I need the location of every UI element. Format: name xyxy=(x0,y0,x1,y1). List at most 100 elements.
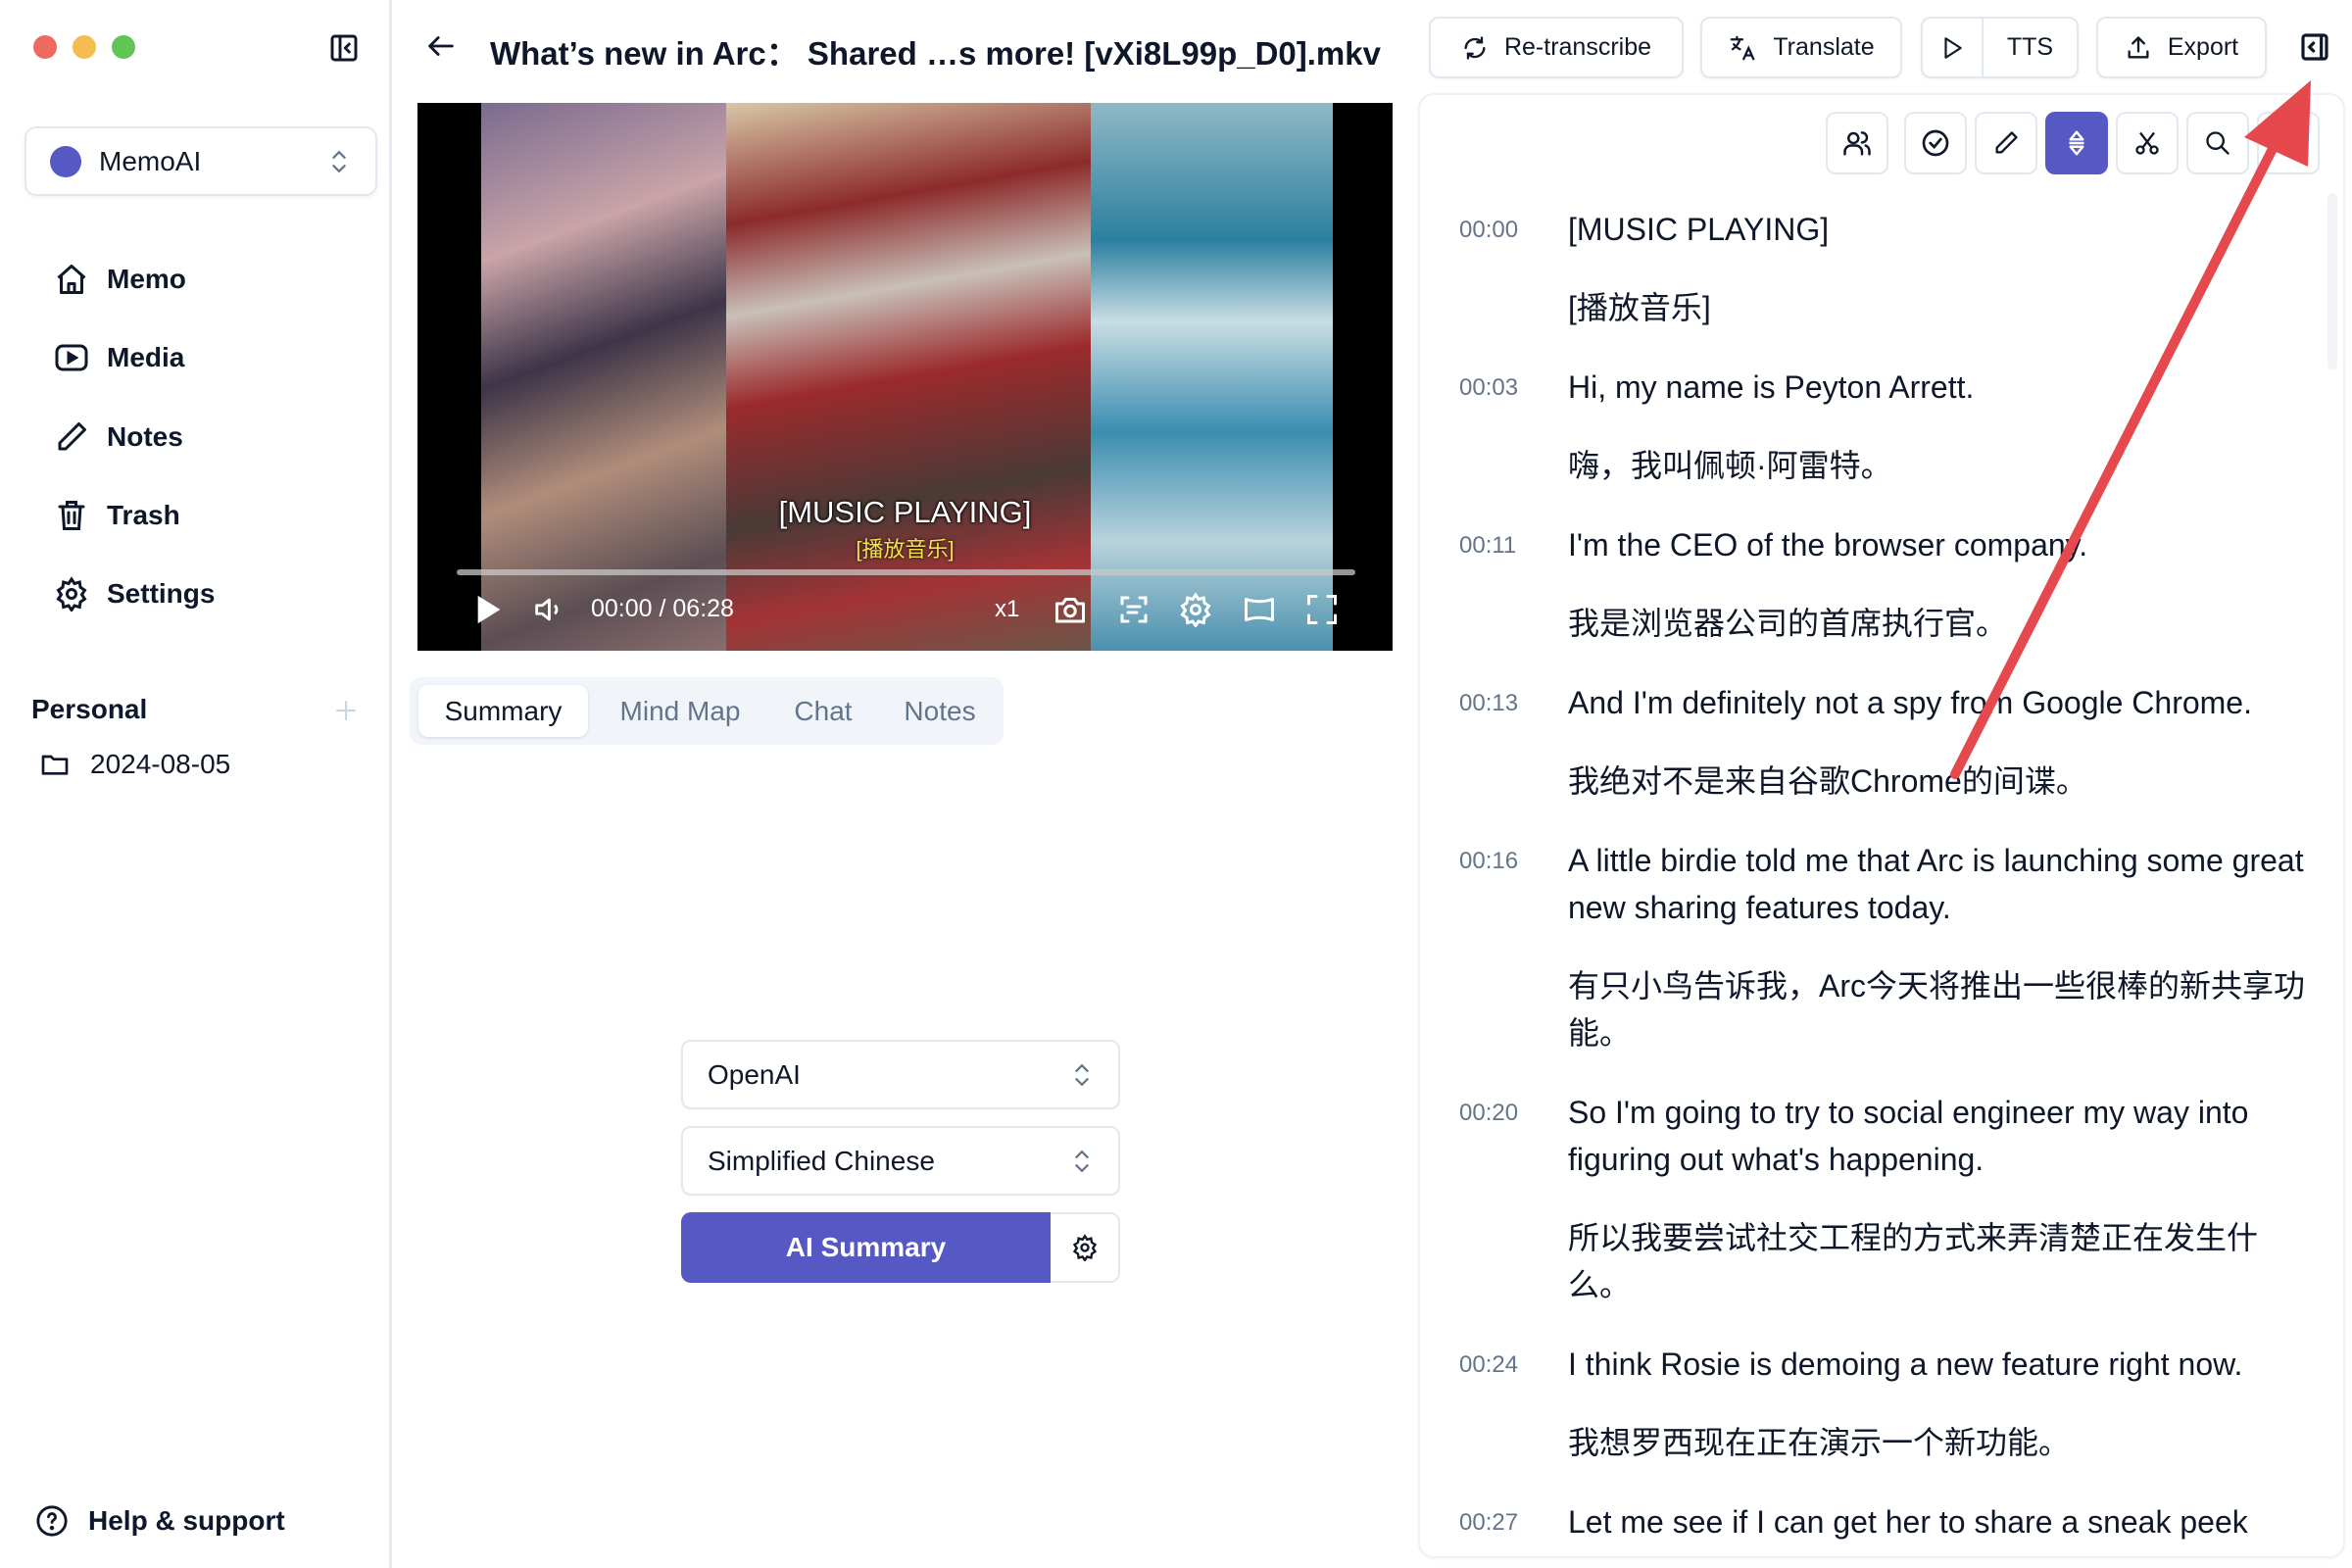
playback-speed[interactable]: x1 xyxy=(995,596,1019,623)
help-label: Help & support xyxy=(88,1505,285,1536)
subtitle-english: [MUSIC PLAYING] xyxy=(778,495,1032,529)
gear-icon xyxy=(1071,1234,1099,1261)
sidebar-item-notes[interactable]: Notes xyxy=(54,408,183,466)
segment-text-en[interactable]: And I'm definitely not a spy from Google… xyxy=(1568,679,2313,726)
pencil-icon xyxy=(1992,129,2020,157)
segment-timestamp[interactable]: 00:11 xyxy=(1459,532,1538,560)
transcript-scrollbar[interactable] xyxy=(2328,193,2337,369)
provider-value: OpenAI xyxy=(708,1058,801,1090)
sidebar-item-settings[interactable]: Settings xyxy=(54,564,215,623)
sidebar-item-memo[interactable]: Memo xyxy=(54,250,186,309)
segment-timestamp[interactable]: 00:13 xyxy=(1459,690,1538,717)
translate-icon xyxy=(1728,33,1773,63)
menu-lines-icon xyxy=(2276,130,2301,156)
segment-text-en[interactable]: I'm the CEO of the browser company. xyxy=(1568,521,2313,568)
video-time: 00:00 / 06:28 xyxy=(591,595,734,622)
folder-item[interactable]: 2024-08-05 xyxy=(39,749,230,780)
home-icon xyxy=(54,262,89,297)
tab-notes[interactable]: Notes xyxy=(886,685,994,737)
segment-text-zh[interactable]: 嗨，我叫佩顿·阿雷特。 xyxy=(1568,442,2313,489)
segment-timestamp[interactable]: 00:27 xyxy=(1459,1509,1538,1537)
screenshot-camera-icon[interactable] xyxy=(1053,592,1088,627)
volume-icon[interactable] xyxy=(531,593,564,626)
tab-summary[interactable]: Summary xyxy=(418,685,588,737)
folder-label: 2024-08-05 xyxy=(90,749,231,779)
subtitles-icon[interactable] xyxy=(1116,592,1152,627)
sort-toggle-button[interactable] xyxy=(2045,112,2108,174)
retranscribe-label: Re-transcribe xyxy=(1503,33,1652,61)
segment-text-zh[interactable]: 我想罗西现在正在演示一个新功能。 xyxy=(1568,1419,2313,1466)
search-button[interactable] xyxy=(2186,112,2249,174)
transcript-panel: 00:00 [MUSIC PLAYING] [播放音乐] 00:03 Hi, m… xyxy=(1418,93,2345,1558)
help-support-link[interactable]: Help & support xyxy=(35,1504,285,1538)
sidebar-item-trash[interactable]: Trash xyxy=(54,486,180,545)
retranscribe-button[interactable]: Re-transcribe xyxy=(1429,17,1684,78)
tab-mind-map[interactable]: Mind Map xyxy=(602,685,759,737)
window-minimize-button[interactable] xyxy=(73,35,96,59)
upload-icon xyxy=(2125,34,2168,62)
translate-label: Translate xyxy=(1773,33,1875,61)
window-maximize-button[interactable] xyxy=(112,35,135,59)
users-icon xyxy=(1842,128,1872,158)
panel-toggle-icon[interactable] xyxy=(2299,31,2330,63)
export-label: Export xyxy=(2167,33,2239,61)
plus-icon[interactable] xyxy=(333,698,359,723)
segment-timestamp[interactable]: 00:03 xyxy=(1459,374,1538,402)
sidebar-item-media[interactable]: Media xyxy=(54,328,184,387)
back-arrow-icon[interactable] xyxy=(424,29,458,63)
translate-button[interactable]: Translate xyxy=(1700,17,1902,78)
ai-summary-button[interactable]: AI Summary xyxy=(681,1212,1051,1283)
segment-text-zh[interactable]: [播放音乐] xyxy=(1568,284,2313,331)
workspace-select[interactable]: MemoAI xyxy=(24,126,377,196)
sidebar-item-label: Settings xyxy=(107,578,216,609)
edit-button[interactable] xyxy=(1975,112,2037,174)
tab-chat[interactable]: Chat xyxy=(772,685,874,737)
tts-button-group: TTS xyxy=(1921,17,2079,78)
segment-text-zh[interactable]: 我绝对不是来自谷歌Chrome的间谍。 xyxy=(1568,758,2313,805)
video-player[interactable]: [MUSIC PLAYING] [播放音乐] 00:00 / 06:28 x1 xyxy=(417,103,1393,651)
export-button[interactable]: Export xyxy=(2096,17,2267,78)
subtitle-chinese: [播放音乐] xyxy=(856,537,955,562)
segment-timestamp[interactable]: 00:00 xyxy=(1459,217,1538,244)
segment-text-zh[interactable]: 我是浏览器公司的首席执行官。 xyxy=(1568,600,2313,647)
segment-text-en[interactable]: [MUSIC PLAYING] xyxy=(1568,206,2313,253)
fullscreen-icon[interactable] xyxy=(1304,592,1340,627)
check-button[interactable] xyxy=(1904,112,1967,174)
summary-settings-button[interactable] xyxy=(1051,1212,1120,1283)
help-circle-icon xyxy=(35,1504,69,1538)
segment-timestamp[interactable]: 00:16 xyxy=(1459,848,1538,875)
refresh-icon xyxy=(1461,34,1504,62)
window-close-button[interactable] xyxy=(33,35,57,59)
segment-text-zh[interactable]: 所以我要尝试社交工程的方式来弄清楚正在发生什么。 xyxy=(1568,1214,2313,1308)
segment-text-en[interactable]: A little birdie told me that Arc is laun… xyxy=(1568,837,2313,931)
segment-text-en[interactable]: I think Rosie is demoing a new feature r… xyxy=(1568,1341,2313,1388)
segment-timestamp[interactable]: 00:24 xyxy=(1459,1351,1538,1379)
cut-button[interactable] xyxy=(2116,112,2179,174)
player-settings-icon[interactable] xyxy=(1178,592,1213,627)
chevron-updown-icon xyxy=(1073,1148,1091,1175)
provider-select[interactable]: OpenAI xyxy=(681,1040,1120,1109)
sidebar-item-label: Notes xyxy=(107,421,183,452)
theater-mode-icon[interactable] xyxy=(1241,592,1278,627)
chevron-updown-icon xyxy=(330,148,348,175)
segment-text-en[interactable]: Hi, my name is Peyton Arrett. xyxy=(1568,364,2313,411)
play-square-icon xyxy=(54,340,89,375)
language-select[interactable]: Simplified Chinese xyxy=(681,1126,1120,1196)
segment-timestamp[interactable]: 00:20 xyxy=(1459,1100,1538,1127)
sidebar-item-label: Memo xyxy=(107,264,186,294)
sidebar-collapse-icon[interactable] xyxy=(328,32,360,64)
sidebar-item-label: Trash xyxy=(107,500,180,530)
segment-text-en[interactable]: Let me see if I can get her to share a s… xyxy=(1568,1498,2313,1545)
section-title-personal: Personal xyxy=(31,694,148,724)
segment-text-zh[interactable]: 有只小鸟告诉我，Arc今天将推出一些很棒的新共享功能。 xyxy=(1568,962,2313,1056)
segment-text-en[interactable]: So I'm going to try to social engineer m… xyxy=(1568,1089,2313,1183)
menu-button[interactable] xyxy=(2257,112,2320,174)
video-progress-bar[interactable] xyxy=(457,569,1355,575)
tts-play-button[interactable] xyxy=(1923,19,1984,76)
workspace-name: MemoAI xyxy=(99,145,202,176)
play-icon[interactable] xyxy=(474,593,504,626)
tts-label[interactable]: TTS xyxy=(1984,33,2077,62)
speakers-button[interactable] xyxy=(1826,112,1888,174)
up-down-arrows-icon xyxy=(2064,128,2089,158)
language-value: Simplified Chinese xyxy=(708,1145,935,1176)
